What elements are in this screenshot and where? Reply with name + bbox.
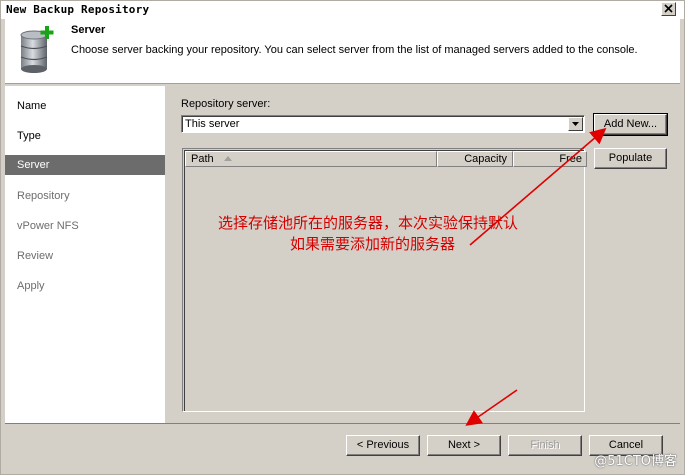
- annotation-arrow-next: [465, 389, 518, 426]
- annotation-text-line1: 选择存储池所在的服务器，本次实验保持默认: [218, 214, 519, 232]
- annotation-text-line2: 如果需要添加新的服务器: [290, 235, 456, 253]
- watermark: @51CTO博客: [594, 454, 677, 469]
